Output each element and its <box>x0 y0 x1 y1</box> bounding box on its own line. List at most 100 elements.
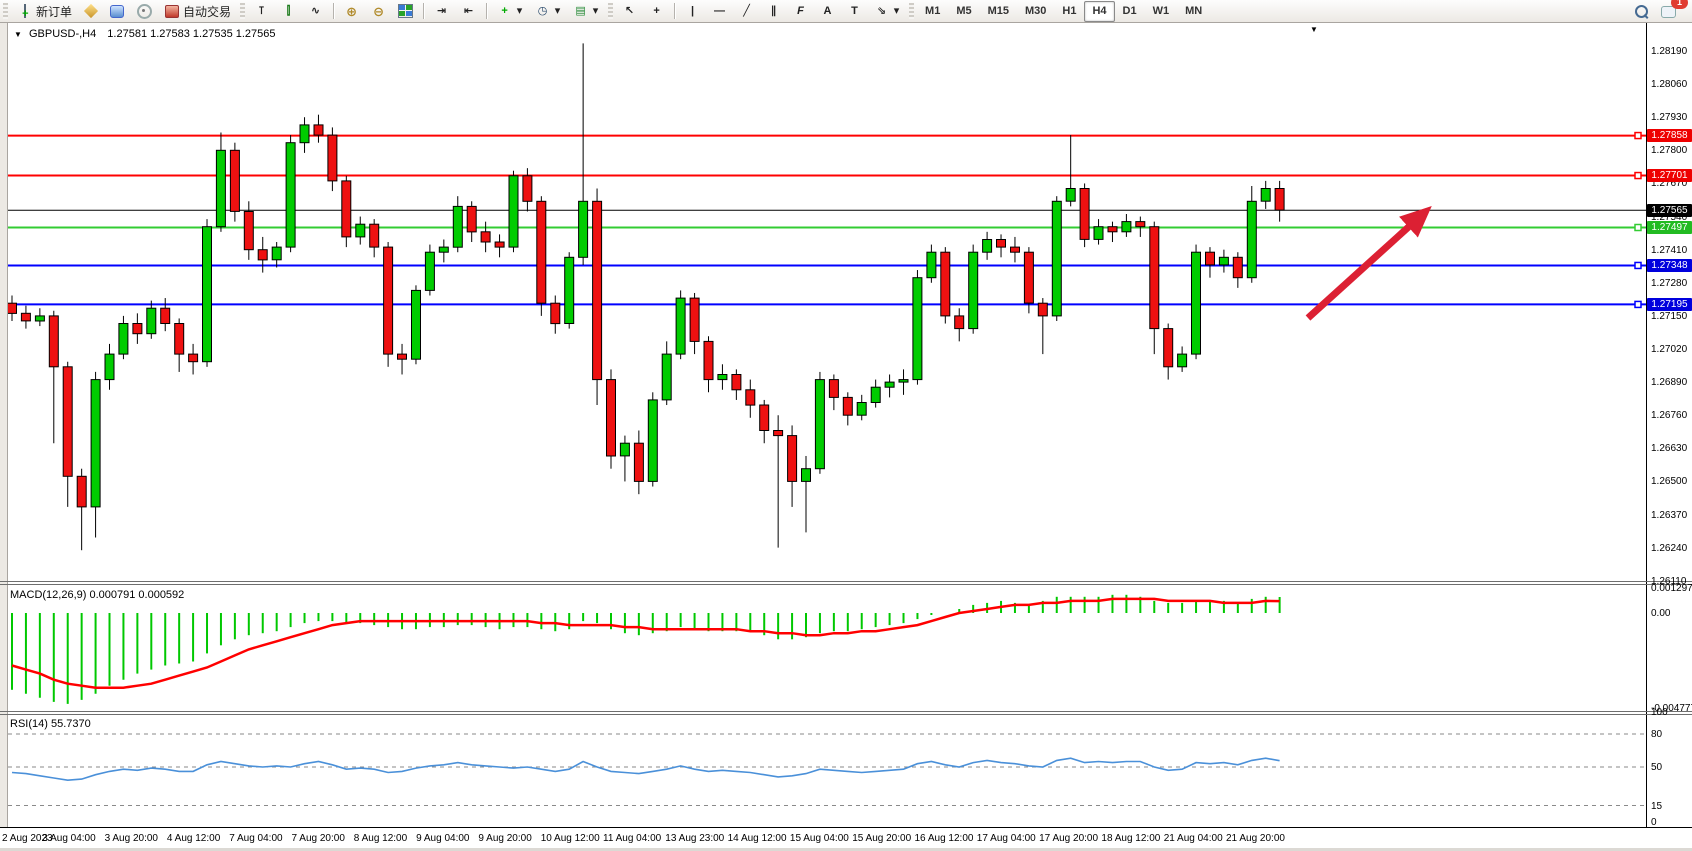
auto-trading-button[interactable]: 自动交易 <box>159 0 237 22</box>
text-label-icon: T <box>847 4 862 19</box>
text-tool-button[interactable]: A <box>814 0 841 22</box>
timeframe-d1[interactable]: D1 <box>1115 1 1145 22</box>
time-axis-label: 3 Aug 20:00 <box>105 833 158 844</box>
tile-windows-button[interactable] <box>392 0 419 22</box>
timeframe-h4[interactable]: H4 <box>1084 1 1114 22</box>
signals-button[interactable] <box>130 0 159 22</box>
time-axis-label: 21 Aug 20:00 <box>1226 833 1285 844</box>
indicators-icon: + <box>497 4 512 19</box>
price-axis-tick: 1.27020 <box>1651 344 1691 355</box>
chart-shift-icon: ⇥ <box>434 4 449 19</box>
rsi-line <box>12 758 1280 780</box>
crosshair-icon: + <box>649 4 664 19</box>
macd-axis-tick: 0.001297 <box>1651 583 1692 594</box>
indicators-button[interactable]: +▾ <box>491 0 529 22</box>
rsi-label: RSI(14) 55.7370 <box>10 718 91 730</box>
price-axis-tick: 1.27410 <box>1651 245 1691 256</box>
toolbar-grip[interactable] <box>3 3 8 19</box>
chart-shift-marker[interactable]: ▼ <box>1310 25 1318 34</box>
timeframe-h1[interactable]: H1 <box>1054 1 1084 22</box>
chart-shift-button[interactable]: ⇥ <box>428 0 455 22</box>
auto-trading-label: 自动交易 <box>183 3 231 20</box>
timeframe-m15[interactable]: M15 <box>980 1 1017 22</box>
price-tag: 1.27701 <box>1647 169 1692 182</box>
profile-icon <box>110 5 124 18</box>
chart-window: ▼ GBPUSD-,H4 1.27581 1.27583 1.27535 1.2… <box>0 23 1692 851</box>
price-axis-tick: 1.26240 <box>1651 543 1691 554</box>
panel-separator[interactable] <box>0 711 1692 712</box>
chart-quote-ohlc: 1.27581 1.27583 1.27535 1.27565 <box>107 28 275 40</box>
auto-scroll-icon: ⇤ <box>461 4 476 19</box>
auto-scroll-button[interactable]: ⇤ <box>455 0 482 22</box>
panel-separator[interactable] <box>0 581 1692 582</box>
market-watch-button[interactable] <box>78 0 104 22</box>
toolbar-grip[interactable] <box>240 3 245 19</box>
zoom-in-button[interactable]: ⊕ <box>338 0 365 22</box>
price-axis-tick: 1.26890 <box>1651 377 1691 388</box>
profile-button[interactable] <box>104 0 130 22</box>
time-axis-label: 18 Aug 12:00 <box>1101 833 1160 844</box>
time-axis-label: 7 Aug 20:00 <box>292 833 345 844</box>
price-axis-tick: 1.27280 <box>1651 278 1691 289</box>
equidistant-channel-icon: ∥ <box>766 4 781 19</box>
time-axis-label: 8 Aug 12:00 <box>354 833 407 844</box>
timeframe-m30[interactable]: M30 <box>1017 1 1054 22</box>
time-axis-label: 21 Aug 04:00 <box>1164 833 1223 844</box>
time-axis-label: 15 Aug 04:00 <box>790 833 849 844</box>
search-button[interactable] <box>1628 0 1655 22</box>
templates-button[interactable]: ▤▾ <box>567 0 605 22</box>
chart-symbol-period: GBPUSD-,H4 <box>29 28 96 40</box>
candles <box>8 43 1285 550</box>
templates-icon: ▤ <box>573 4 588 19</box>
panel-separator[interactable] <box>0 714 1692 715</box>
time-axis-label: 15 Aug 20:00 <box>852 833 911 844</box>
time-axis-label: 17 Aug 20:00 <box>1039 833 1098 844</box>
periods-button[interactable]: ◷▾ <box>529 0 567 22</box>
timeframe-mn[interactable]: MN <box>1177 1 1210 22</box>
channel-tool-button[interactable]: ∥ <box>760 0 787 22</box>
bar-chart-button[interactable]: ⊺ <box>248 0 275 22</box>
fibonacci-tool-button[interactable]: F <box>787 0 814 22</box>
time-axis-label: 9 Aug 20:00 <box>478 833 531 844</box>
arrows-icon: ⇘ <box>874 4 889 19</box>
price-tag: 1.27348 <box>1647 259 1692 272</box>
price-tag: 1.27565 <box>1647 204 1692 217</box>
chart-canvas[interactable] <box>0 23 1692 851</box>
crosshair-tool-button[interactable]: + <box>643 0 670 22</box>
macd-histogram <box>12 595 1280 704</box>
candlestick-chart-button[interactable]: ⫿ <box>275 0 302 22</box>
cursor-tool-button[interactable]: ↖ <box>616 0 643 22</box>
timeframe-m5[interactable]: M5 <box>948 1 979 22</box>
line-chart-button[interactable]: ∿ <box>302 0 329 22</box>
timeframe-w1[interactable]: W1 <box>1145 1 1178 22</box>
vertical-line-tool-button[interactable]: | <box>679 0 706 22</box>
cursor-icon: ↖ <box>622 4 637 19</box>
auto-trading-icon <box>165 5 179 18</box>
timeframe-m1[interactable]: M1 <box>917 1 948 22</box>
search-icon <box>1635 5 1648 18</box>
macd-label: MACD(12,26,9) 0.000791 0.000592 <box>10 589 184 601</box>
macd-axis-tick: 0.00 <box>1651 608 1670 619</box>
price-tag: 1.27497 <box>1647 221 1692 234</box>
horizontal-line-tool-button[interactable]: — <box>706 0 733 22</box>
chevron-down-icon: ▾ <box>554 4 561 19</box>
symbol-dropdown-icon[interactable]: ▼ <box>14 30 22 39</box>
toolbar-grip[interactable] <box>608 3 613 19</box>
timeframe-bar: M1M5M15M30H1H4D1W1MN <box>917 1 1210 22</box>
new-order-button[interactable]: 新订单 <box>11 0 78 22</box>
trendline-tool-button[interactable]: ╱ <box>733 0 760 22</box>
time-axis-label: 4 Aug 12:00 <box>167 833 220 844</box>
signals-icon <box>137 4 152 19</box>
zoom-out-button[interactable]: ⊖ <box>365 0 392 22</box>
text-label-tool-button[interactable]: T <box>841 0 868 22</box>
arrows-tool-button[interactable]: ⇘▾ <box>868 0 906 22</box>
price-axis-tick: 1.27150 <box>1651 311 1691 322</box>
time-axis[interactable]: 2 Aug 20233 Aug 04:003 Aug 20:004 Aug 12… <box>0 827 1692 849</box>
toolbar-grip[interactable] <box>909 3 914 19</box>
panel-separator[interactable] <box>0 584 1692 585</box>
macd-signal-line <box>12 599 1280 688</box>
trendline-icon: ╱ <box>739 4 754 19</box>
new-order-label: 新订单 <box>36 3 72 20</box>
notifications-button[interactable]: 1 <box>1655 0 1682 22</box>
time-axis-label: 17 Aug 04:00 <box>977 833 1036 844</box>
